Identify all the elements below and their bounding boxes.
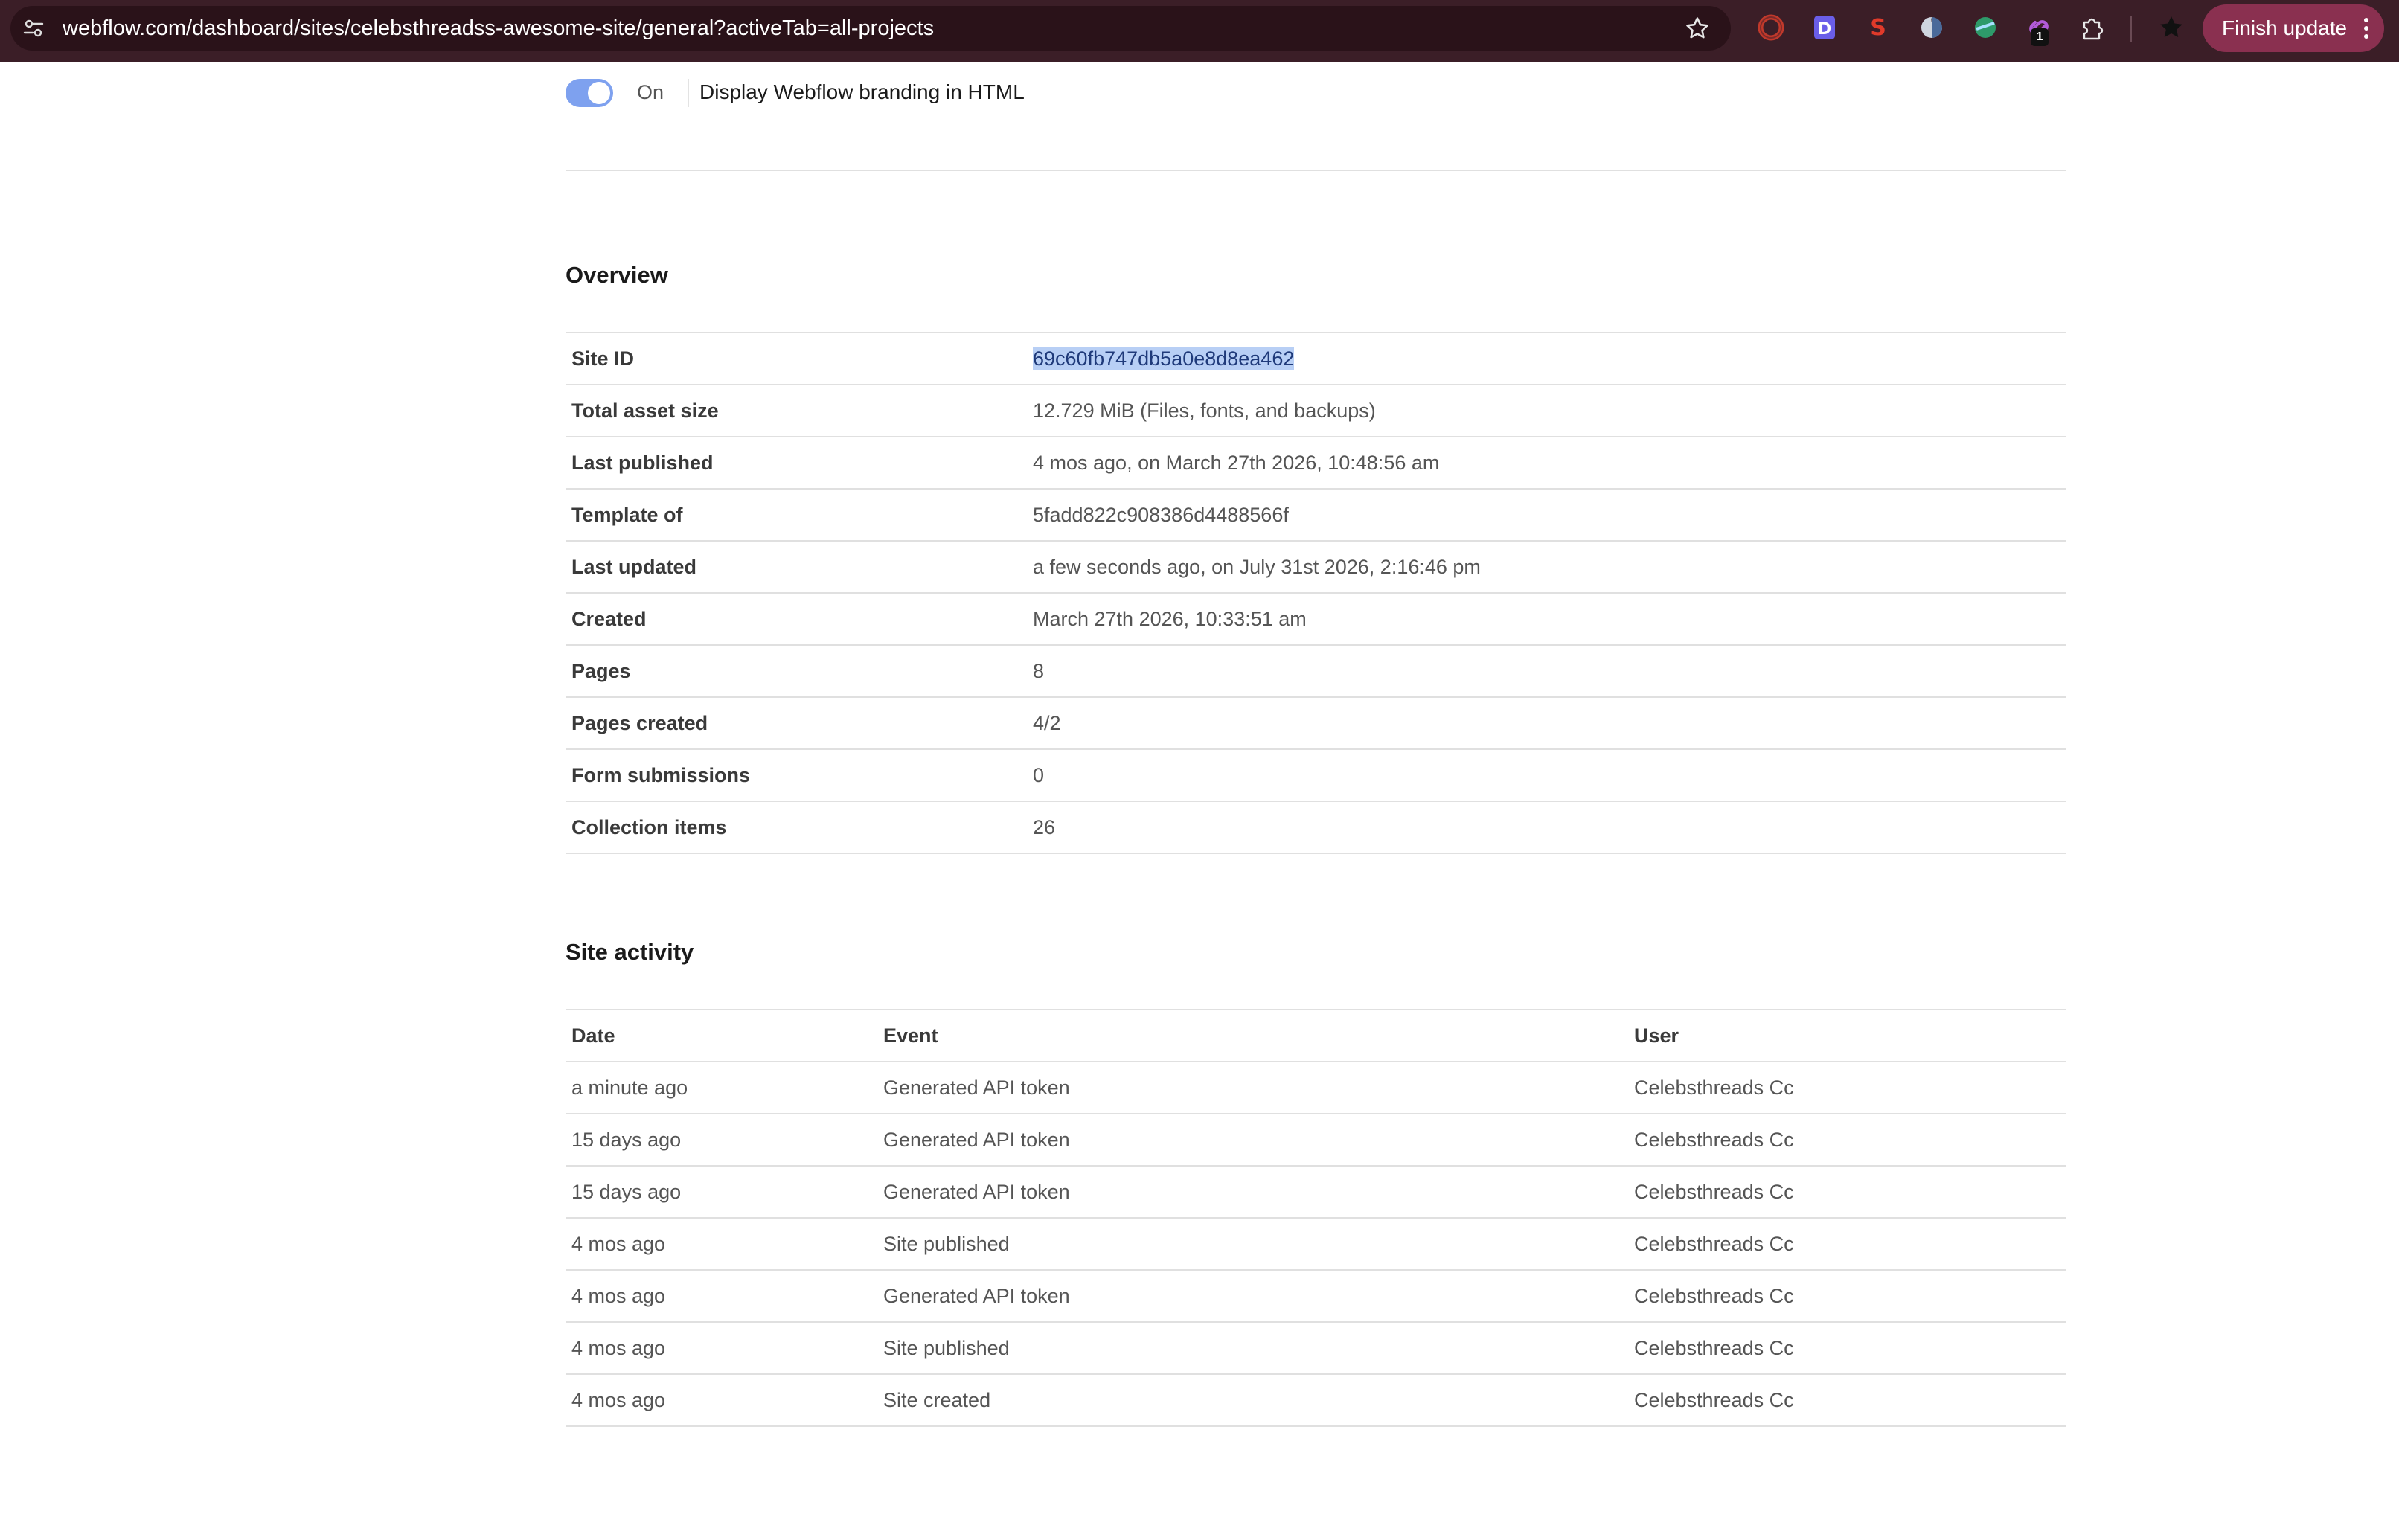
overview-key: Created <box>571 608 647 630</box>
site-info-icon[interactable] <box>22 17 45 39</box>
overview-row: Last updated a few seconds ago, on July 3… <box>566 542 2066 594</box>
table-row: 4 mos ago Generated API token Celebsthread… <box>566 1271 2066 1323</box>
site-id-value[interactable]: 69c60fb747db5a0e8d8ea462 <box>1033 333 1295 384</box>
toggle-knob <box>588 82 610 104</box>
overview-key: Collection items <box>571 816 727 838</box>
overview-title: Overview <box>566 262 668 288</box>
overview-value: a few seconds ago, on July 31st 2026, 2:… <box>1033 556 1481 578</box>
green-globe-extension-icon[interactable] <box>1970 13 2000 42</box>
overview-row: Total asset size 12.729 MiB (Files, fonts… <box>566 385 2066 437</box>
puzzle-extensions-icon[interactable] <box>2078 13 2107 42</box>
overview-row: Site ID 69c60fb747db5a0e8d8ea462 <box>566 333 2066 385</box>
bookmark-star-icon[interactable] <box>1685 16 1710 41</box>
overview-row: Last published 4 mos ago, on March 27th 2… <box>566 437 2066 490</box>
activity-date: 4 mos ago <box>571 1337 666 1359</box>
svg-text:S: S <box>1870 15 1886 41</box>
table-row: 4 mos ago Site published Celebsthreads Cc <box>566 1219 2066 1271</box>
s-extension-icon[interactable]: S <box>1863 13 1893 42</box>
activity-date: 15 days ago <box>571 1129 682 1151</box>
overview-row: Form submissions 0 <box>566 750 2066 802</box>
activity-user: Celebsthreads Cc <box>1634 1077 1794 1099</box>
table-row: a minute ago Generated API token Celebsthr… <box>566 1062 2066 1114</box>
overview-key: Site ID <box>571 347 635 370</box>
activity-event: Generated API token <box>883 1077 1070 1099</box>
red-ring-extension-icon[interactable] <box>1756 13 1786 42</box>
toggle-state-label: On <box>637 81 664 103</box>
extension-badge: 1 <box>2031 28 2049 46</box>
overview-key: Form submissions <box>571 764 751 786</box>
branding-toggle[interactable] <box>566 79 613 107</box>
url-text[interactable]: webflow.com/dashboard/sites/celebsthread… <box>63 6 934 51</box>
toolbar-divider <box>2130 16 2132 42</box>
table-header-row: Date Event User <box>566 1010 2066 1062</box>
activity-event: Generated API token <box>883 1129 1070 1151</box>
activity-user: Celebsthreads Cc <box>1634 1389 1794 1411</box>
activity-date: 4 mos ago <box>571 1285 666 1307</box>
column-header-date: Date <box>571 1024 615 1047</box>
overview-value: 12.729 MiB (Files, fonts, and backups) <box>1033 400 1376 422</box>
activity-user: Celebsthreads Cc <box>1634 1233 1794 1255</box>
section-divider <box>566 170 2066 171</box>
more-vert-icon <box>2363 18 2369 39</box>
overview-value: 26 <box>1033 816 1056 838</box>
table-row: 4 mos ago Site published Celebsthreads Cc <box>566 1323 2066 1375</box>
overview-key: Last updated <box>571 556 697 578</box>
overview-value: 4 mos ago, on March 27th 2026, 10:48:56 … <box>1033 452 1440 474</box>
activity-date: a minute ago <box>571 1077 688 1099</box>
finish-update-label: Finish update <box>2222 16 2348 39</box>
branding-toggle-row: On Display Webflow branding in HTML <box>566 71 1310 113</box>
half-moon-extension-icon[interactable] <box>1917 13 1947 42</box>
activity-event: Site published <box>883 1337 1010 1359</box>
overview-value: 4/2 <box>1033 712 1061 734</box>
browser-toolbar: webflow.com/dashboard/sites/celebsthread… <box>0 0 2399 62</box>
overview-value: March 27th 2026, 10:33:51 am <box>1033 608 1307 630</box>
activity-event: Site published <box>883 1233 1010 1255</box>
activity-date: 15 days ago <box>571 1181 682 1203</box>
d-extension-icon[interactable]: D <box>1810 13 1839 42</box>
selected-text[interactable]: 69c60fb747db5a0e8d8ea462 <box>1033 347 1295 370</box>
overview-key: Pages <box>571 660 631 682</box>
overview-value: 5fadd822c908386d4488566f <box>1033 504 1289 526</box>
activity-date: 4 mos ago <box>571 1233 666 1255</box>
overview-value: 0 <box>1033 764 1045 786</box>
activity-event: Generated API token <box>883 1285 1070 1307</box>
activity-date: 4 mos ago <box>571 1389 666 1411</box>
activity-user: Celebsthreads Cc <box>1634 1129 1794 1151</box>
overview-row: Template of 5fadd822c908386d4488566f <box>566 490 2066 542</box>
column-header-event: Event <box>883 1024 938 1047</box>
activity-user: Celebsthreads Cc <box>1634 1181 1794 1203</box>
table-row: 4 mos ago Site created Celebsthreads Cc <box>566 1375 2066 1427</box>
activity-user: Celebsthreads Cc <box>1634 1337 1794 1359</box>
overview-key: Pages created <box>571 712 708 734</box>
finish-update-button[interactable]: Finish update <box>2203 4 2384 52</box>
overview-row: Collection items 26 <box>566 802 2066 854</box>
column-header-user: User <box>1634 1024 1679 1047</box>
table-row: 15 days ago Generated API token Celebsthre… <box>566 1167 2066 1219</box>
activity-event: Site created <box>883 1389 991 1411</box>
activity-user: Celebsthreads Cc <box>1634 1285 1794 1307</box>
star-bookmark-extension-icon[interactable] <box>2156 13 2186 42</box>
activity-event: Generated API token <box>883 1181 1070 1203</box>
toggle-divider <box>688 79 689 107</box>
overview-row: Pages 8 <box>566 646 2066 698</box>
address-bar[interactable]: webflow.com/dashboard/sites/celebsthread… <box>10 6 1731 51</box>
svg-text:D: D <box>1818 20 1831 39</box>
overview-key: Last published <box>571 452 714 474</box>
branding-label: Display Webflow branding in HTML <box>699 80 1025 103</box>
overview-row: Created March 27th 2026, 10:33:51 am <box>566 594 2066 646</box>
site-activity-table: Date Event User a minute ago Generated AP… <box>566 1009 2066 1427</box>
overview-table: Site ID 69c60fb747db5a0e8d8ea462 Total ass… <box>566 332 2066 854</box>
overview-key: Template of <box>571 504 683 526</box>
site-activity-title: Site activity <box>566 939 694 965</box>
table-row: 15 days ago Generated API token Celebsthre… <box>566 1114 2066 1167</box>
overview-value: 8 <box>1033 660 1045 682</box>
overview-key: Total asset size <box>571 400 719 422</box>
overview-row: Pages created 4/2 <box>566 698 2066 750</box>
